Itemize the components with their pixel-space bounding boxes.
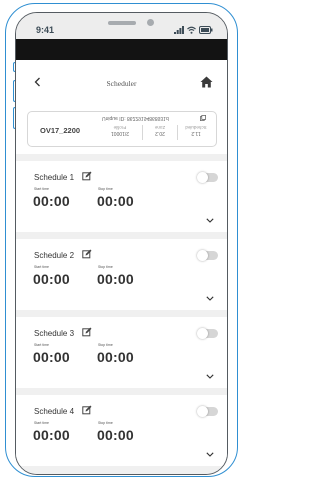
edit-icon[interactable] [82, 249, 92, 259]
schedule-toggle[interactable] [197, 172, 218, 183]
copy-icon[interactable] [200, 115, 206, 121]
schedule-card: Schedule 1 Start time 00:00 Stop time 00… [16, 161, 227, 232]
device-section: OV17_2200 Unique ID: 86229194868931d 2/1… [16, 104, 227, 154]
divider [177, 125, 178, 140]
schedule-title: Schedule 3 [34, 329, 75, 338]
device-unique-id: Unique ID: 86229194868931d [102, 115, 169, 121]
stop-time-value[interactable]: 00:00 [97, 271, 134, 287]
chevron-down-icon[interactable] [206, 218, 214, 223]
toggle-knob [197, 328, 208, 339]
stop-time-value[interactable]: 00:00 [97, 193, 134, 209]
wifi-icon [187, 26, 196, 34]
edit-icon[interactable] [82, 405, 92, 415]
chevron-down-icon[interactable] [206, 374, 214, 379]
signal-icon [174, 25, 184, 34]
schedule-toggle[interactable] [197, 406, 218, 417]
schedule-title: Schedule 1 [34, 173, 75, 182]
schedule-card: Schedule 2 Start time 00:00 Stop time 00… [16, 239, 227, 310]
schedule-toggle[interactable] [197, 250, 218, 261]
schedule-card: Schedule 4 Start time 00:00 Stop time 00… [16, 395, 227, 466]
toggle-knob [197, 406, 208, 417]
battery-icon [199, 25, 213, 34]
stop-time-label: Stop time [98, 421, 113, 425]
start-time-label: Start time [34, 343, 49, 347]
phone-screen: 9:41 Scheduler OV17_2200 Unique ID: 8622… [15, 12, 228, 475]
schedule-title: Schedule 4 [34, 407, 75, 416]
stop-time-label: Stop time [98, 265, 113, 269]
start-time-label: Start time [34, 265, 49, 269]
start-time-label: Start time [34, 187, 49, 191]
chevron-down-icon[interactable] [206, 296, 214, 301]
schedule-toggle[interactable] [197, 328, 218, 339]
home-icon [200, 76, 213, 88]
stop-time-value[interactable]: 00:00 [97, 349, 134, 365]
start-time-value[interactable]: 00:00 [33, 271, 70, 287]
app-header: Scheduler [16, 60, 227, 104]
page-title: Scheduler [106, 79, 137, 88]
stop-time-label: Stop time [98, 343, 113, 347]
start-time-value[interactable]: 00:00 [33, 193, 70, 209]
edit-icon[interactable] [82, 171, 92, 181]
chevron-down-icon[interactable] [206, 452, 214, 457]
app-top-band [16, 39, 227, 60]
device-card: OV17_2200 Unique ID: 86229194868931d 2/1… [27, 111, 217, 147]
stop-time-label: Stop time [98, 187, 113, 191]
toggle-knob [197, 172, 208, 183]
device-stat: 11.2 Scheduled [185, 125, 207, 136]
device-name: OV17_2200 [40, 126, 81, 135]
front-camera [147, 19, 154, 26]
device-stat: 20.2 Zone [154, 125, 166, 136]
start-time-label: Start time [34, 421, 49, 425]
edit-icon[interactable] [82, 327, 92, 337]
status-time: 9:41 [36, 25, 55, 35]
speaker-grille [108, 21, 136, 25]
divider [142, 125, 143, 140]
start-time-value[interactable]: 00:00 [33, 349, 70, 365]
device-stat: 2/10001 Profile [110, 125, 130, 136]
schedule-card: Schedule 3 Start time 00:00 Stop time 00… [16, 317, 227, 388]
start-time-value[interactable]: 00:00 [33, 427, 70, 443]
status-bar: 9:41 [16, 13, 227, 39]
scheduler-screen: Scheduler OV17_2200 Unique ID: 862291948… [16, 60, 227, 474]
home-button[interactable] [200, 75, 213, 88]
schedule-title: Schedule 2 [34, 251, 75, 260]
toggle-knob [197, 250, 208, 261]
stop-time-value[interactable]: 00:00 [97, 427, 134, 443]
status-icons [174, 25, 213, 34]
